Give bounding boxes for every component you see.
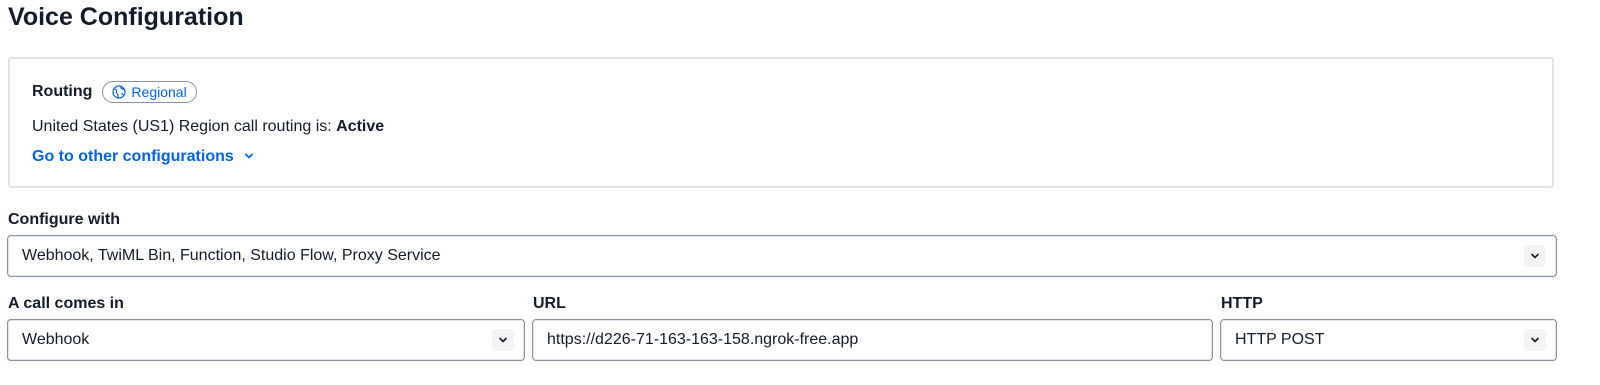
http-label: HTTP — [1221, 295, 1263, 312]
chevron-down-icon — [492, 329, 514, 351]
configure-with-value: Webhook, TwiML Bin, Function, Studio Flo… — [22, 247, 441, 264]
routing-status-text: United States (US1) Region call routing … — [32, 118, 337, 135]
page-title: Voice Configuration — [8, 3, 244, 31]
routing-status: United States (US1) Region call routing … — [32, 117, 384, 137]
url-input[interactable]: https://d226-71-163-163-158.ngrok-free.a… — [532, 319, 1213, 361]
other-configurations-label: Go to other configurations — [32, 148, 234, 165]
call-comes-in-select[interactable]: Webhook — [7, 319, 525, 361]
chevron-down-icon — [244, 148, 254, 166]
call-comes-in-value: Webhook — [22, 331, 90, 348]
regional-badge-label: Regional — [131, 84, 187, 100]
routing-card: Routing Regional United States (US1) Reg… — [8, 57, 1554, 188]
url-value: https://d226-71-163-163-158.ngrok-free.a… — [547, 331, 859, 348]
routing-status-value: Active — [336, 118, 385, 135]
globe-icon — [112, 85, 127, 99]
chevron-down-icon — [1524, 329, 1546, 351]
configure-with-select[interactable]: Webhook, TwiML Bin, Function, Studio Flo… — [7, 235, 1557, 277]
other-configurations-link[interactable]: Go to other configurations — [32, 148, 254, 166]
http-method-value: HTTP POST — [1235, 331, 1325, 348]
routing-label: Routing — [32, 83, 93, 100]
call-comes-in-label: A call comes in — [8, 295, 124, 312]
url-label: URL — [533, 295, 566, 312]
routing-header: Routing Regional — [32, 81, 197, 103]
configure-with-label: Configure with — [8, 211, 120, 228]
chevron-down-icon — [1524, 245, 1546, 267]
regional-badge: Regional — [102, 81, 197, 103]
http-method-select[interactable]: HTTP POST — [1220, 319, 1557, 361]
